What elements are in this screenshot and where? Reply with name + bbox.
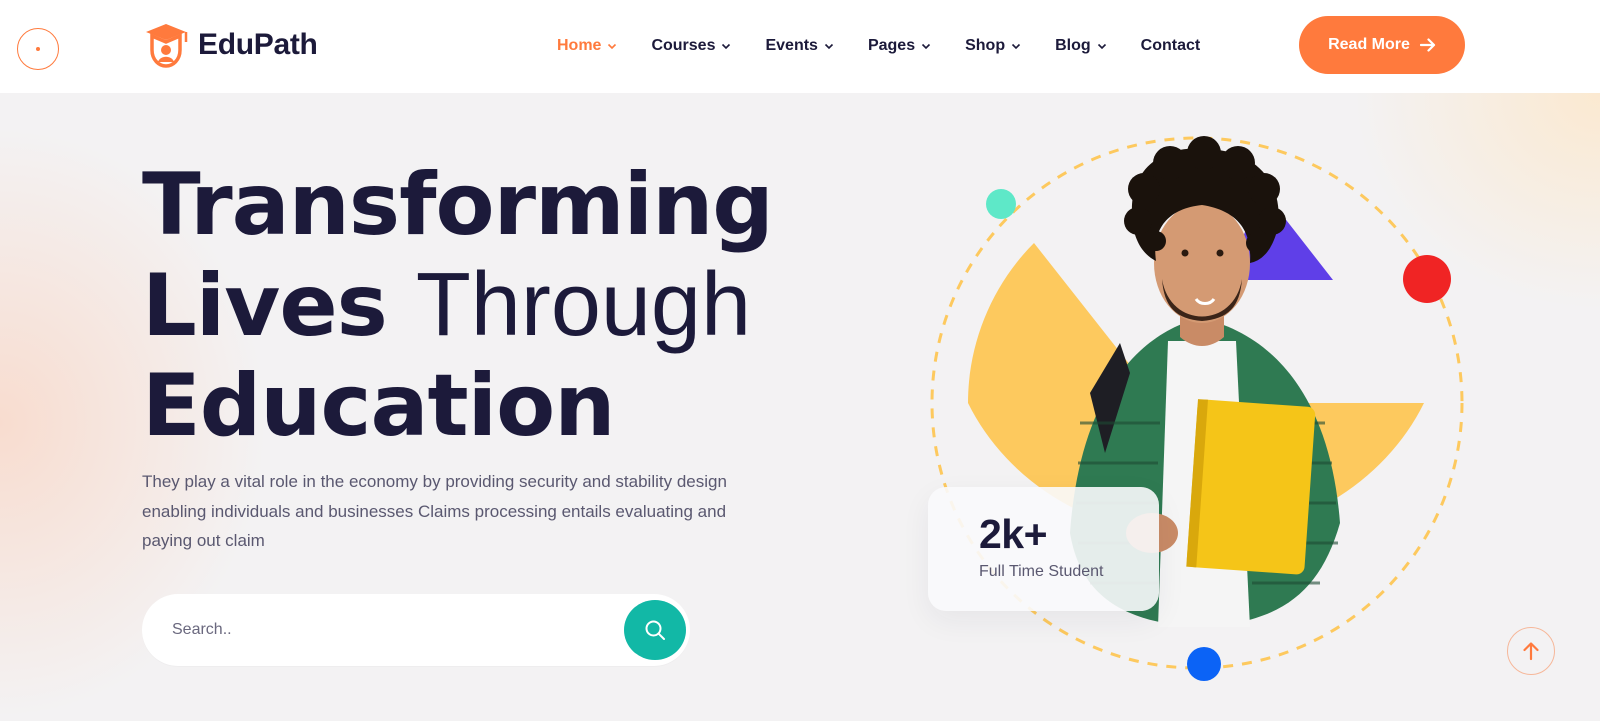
nav-item-home[interactable]: Home <box>557 37 617 55</box>
hero-description: They play a vital role in the economy by… <box>142 472 727 550</box>
chevron-down-icon <box>824 43 834 50</box>
hero-title-line-2: Lives Through <box>142 255 782 356</box>
hero-title-bold-word: Lives <box>142 256 388 356</box>
search-button[interactable] <box>624 600 686 660</box>
nav-item-courses[interactable]: Courses <box>651 37 731 55</box>
hero-title-line-1: Transforming <box>142 155 774 255</box>
graduation-cap-logo-icon <box>146 24 188 68</box>
hero-section: Transforming Lives Through Education The… <box>0 93 1600 721</box>
nav-item-events[interactable]: Events <box>765 37 834 55</box>
stat-label: Full Time Student <box>979 563 1104 580</box>
nav-item-shop[interactable]: Shop <box>965 37 1021 55</box>
hero-title-line-3: Education <box>142 356 615 456</box>
main-nav: Home Courses Events Pages Shop Blog Cont… <box>557 33 1234 59</box>
search-bar <box>142 594 690 666</box>
nav-item-label: Blog <box>1055 37 1091 54</box>
nav-item-contact[interactable]: Contact <box>1141 37 1201 55</box>
stat-value: 2k+ <box>979 511 1048 557</box>
nav-item-pages[interactable]: Pages <box>868 37 931 55</box>
nav-item-label: Home <box>557 37 602 54</box>
brand-name: EduPath <box>198 28 318 61</box>
read-more-button[interactable]: Read More <box>1299 16 1465 74</box>
nav-item-label: Shop <box>965 37 1006 54</box>
nav-item-blog[interactable]: Blog <box>1055 37 1107 55</box>
search-input[interactable] <box>172 594 592 666</box>
chevron-down-icon <box>922 43 931 50</box>
site-header: EduPath Home Courses Events Pages Shop B… <box>0 0 1600 93</box>
student-stat-card: 2k+ Full Time Student <box>928 487 1159 611</box>
red-dot <box>1403 255 1451 303</box>
chevron-down-icon <box>1097 43 1106 50</box>
chevron-down-icon <box>1012 43 1021 50</box>
site-logo[interactable]: EduPath <box>142 22 318 68</box>
cursor-dot <box>36 47 40 51</box>
chevron-down-icon <box>608 43 617 50</box>
scroll-to-top-button[interactable] <box>1507 627 1555 675</box>
nav-item-label: Events <box>765 37 818 54</box>
blue-dot <box>1187 647 1221 681</box>
cursor-ring <box>17 28 59 70</box>
search-icon <box>645 620 665 640</box>
chevron-down-icon <box>722 43 731 50</box>
nav-item-label: Contact <box>1140 37 1201 54</box>
arrow-right-icon <box>1419 38 1435 52</box>
teal-dot <box>986 189 1016 219</box>
hero-illustration <box>930 136 1464 681</box>
nav-item-label: Courses <box>651 37 716 54</box>
nav-item-label: Pages <box>867 37 916 54</box>
hero-title: Transforming Lives Through Education <box>142 155 782 456</box>
hero-title-light-word: Through <box>415 255 752 355</box>
read-more-label: Read More <box>1328 36 1410 53</box>
arrow-up-icon <box>1523 642 1539 661</box>
